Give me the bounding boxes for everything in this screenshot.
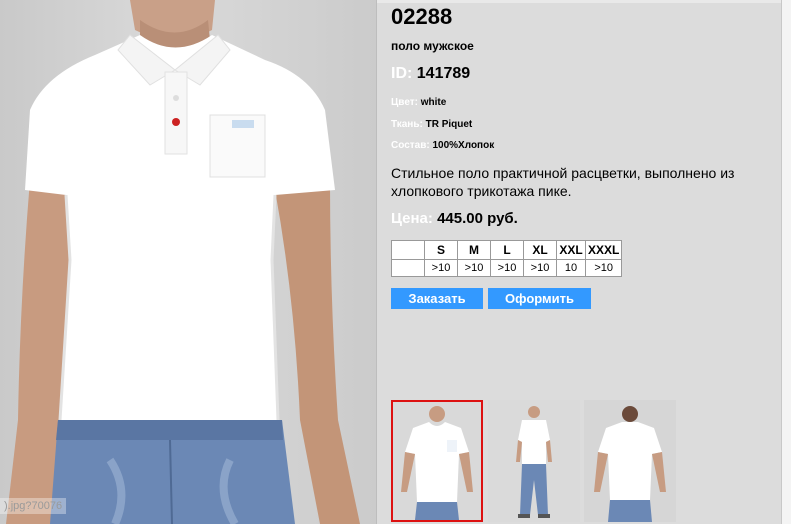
checkout-button[interactable]: Оформить xyxy=(488,288,591,309)
thumbnail-back[interactable] xyxy=(584,400,676,522)
size-header: XL xyxy=(523,240,557,260)
composition-row: Состав: 100%Хлопок xyxy=(391,140,494,151)
composition-label: Состав: xyxy=(391,140,430,151)
id-label: ID: xyxy=(391,65,413,82)
stock-empty xyxy=(391,259,425,277)
stock-cell: >10 xyxy=(457,259,491,277)
size-header: XXXL xyxy=(584,240,623,260)
fabric-label: Ткань: xyxy=(391,119,423,130)
size-header: L xyxy=(490,240,524,260)
stock-cell: >10 xyxy=(523,259,557,277)
fabric-value: TR Piquet xyxy=(425,119,473,130)
composition-value: 100%Хлопок xyxy=(432,140,495,151)
size-header-empty xyxy=(391,240,425,260)
thumbnail-front[interactable] xyxy=(391,400,483,522)
size-header-row: S M L XL XXL XXXL xyxy=(391,240,623,260)
size-stock-row: >10 >10 >10 >10 10 >10 xyxy=(391,259,623,277)
image-watermark: ).jpg?70076 xyxy=(0,498,67,514)
color-label: Цвет: xyxy=(391,97,418,108)
fabric-row: Ткань: TR Piquet xyxy=(391,119,472,130)
thumbnail-front-image xyxy=(393,402,481,520)
main-product-photo[interactable]: ).jpg?70076 xyxy=(0,0,377,524)
product-article: 02288 xyxy=(391,4,453,29)
stock-cell: >10 xyxy=(490,259,524,277)
stock-cell: >10 xyxy=(584,259,623,277)
thumbnail-back-image xyxy=(584,400,676,522)
color-value: white xyxy=(420,97,447,108)
size-header: S xyxy=(424,240,458,260)
thumbnail-full-image xyxy=(488,400,580,522)
price-label: Цена: xyxy=(391,210,433,227)
thumbnail-full[interactable] xyxy=(488,400,580,522)
stock-cell: >10 xyxy=(424,259,458,277)
color-row: Цвет: white xyxy=(391,97,446,108)
product-description: Стильное поло практичной расцветки, выпо… xyxy=(391,165,735,199)
product-id: ID: 141789 xyxy=(391,65,470,83)
product-price: Цена: 445.00 руб. xyxy=(391,210,518,227)
polo-photo-illustration xyxy=(6,0,360,524)
id-value: 141789 xyxy=(416,65,471,82)
size-header: M xyxy=(457,240,491,260)
order-button[interactable]: Заказать xyxy=(391,288,483,309)
price-value: 445.00 руб. xyxy=(437,210,518,227)
product-subtitle: поло мужское xyxy=(391,39,474,53)
size-header: XXL xyxy=(556,240,586,260)
stock-cell: 10 xyxy=(556,259,586,277)
right-scroll-edge[interactable] xyxy=(781,0,791,524)
size-table: S M L XL XXL XXXL >10 >10 >10 >10 10 >10 xyxy=(391,240,623,277)
